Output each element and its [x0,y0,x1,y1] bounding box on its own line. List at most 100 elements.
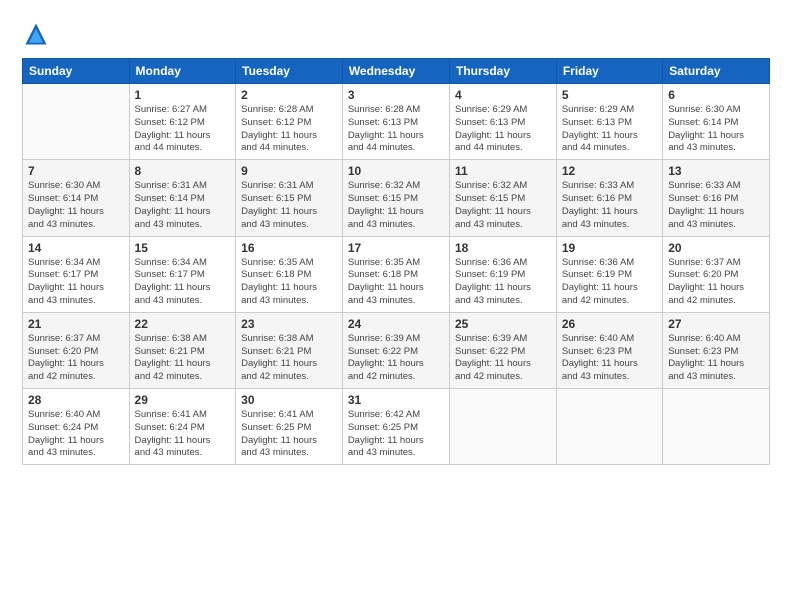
calendar-day: 28 Sunrise: 6:40 AM Sunset: 6:24 PM Dayli… [23,389,130,465]
day-info: Sunrise: 6:31 AM Sunset: 6:15 PM Dayligh… [241,180,337,231]
day-number: 20 [668,241,764,255]
day-info: Sunrise: 6:29 AM Sunset: 6:13 PM Dayligh… [562,104,657,155]
day-info: Sunrise: 6:37 AM Sunset: 6:20 PM Dayligh… [668,257,764,308]
day-number: 19 [562,241,657,255]
col-header-thursday: Thursday [450,59,557,84]
calendar-week-1: 1Sunrise: 6:27 AM Sunset: 6:12 PM Daylig… [23,84,770,160]
calendar-week-4: 21Sunrise: 6:37 AM Sunset: 6:20 PM Dayli… [23,312,770,388]
day-number: 25 [455,317,551,331]
day-info: Sunrise: 6:40 AM Sunset: 6:23 PM Dayligh… [668,333,764,384]
calendar-header-row: SundayMondayTuesdayWednesdayThursdayFrid… [23,59,770,84]
calendar-table: SundayMondayTuesdayWednesdayThursdayFrid… [22,58,770,465]
calendar-day: 21Sunrise: 6:37 AM Sunset: 6:20 PM Dayli… [23,312,130,388]
day-info: Sunrise: 6:34 AM Sunset: 6:17 PM Dayligh… [28,257,124,308]
day-info: Sunrise: 6:28 AM Sunset: 6:12 PM Dayligh… [241,104,337,155]
calendar-day: 30 Sunrise: 6:41 AM Sunset: 6:25 PM Dayli… [236,389,343,465]
calendar-day: 9 Sunrise: 6:31 AM Sunset: 6:15 PM Daylig… [236,160,343,236]
calendar-day: 14 Sunrise: 6:34 AM Sunset: 6:17 PM Dayli… [23,236,130,312]
day-number: 13 [668,164,764,178]
day-info: Sunrise: 6:40 AM Sunset: 6:24 PM Dayligh… [28,409,124,460]
day-info: Sunrise: 6:41 AM Sunset: 6:25 PM Dayligh… [241,409,337,460]
calendar-day: 10 Sunrise: 6:32 AM Sunset: 6:15 PM Dayli… [342,160,449,236]
day-number: 8 [135,164,231,178]
day-number: 26 [562,317,657,331]
day-info: Sunrise: 6:34 AM Sunset: 6:17 PM Dayligh… [135,257,231,308]
day-number: 3 [348,88,444,102]
col-header-tuesday: Tuesday [236,59,343,84]
day-info: Sunrise: 6:30 AM Sunset: 6:14 PM Dayligh… [668,104,764,155]
day-number: 21 [28,317,124,331]
calendar-day: 2 Sunrise: 6:28 AM Sunset: 6:12 PM Daylig… [236,84,343,160]
calendar-day: 16 Sunrise: 6:35 AM Sunset: 6:18 PM Dayli… [236,236,343,312]
calendar-day [23,84,130,160]
day-number: 9 [241,164,337,178]
day-number: 10 [348,164,444,178]
logo-icon [22,20,50,48]
day-info: Sunrise: 6:27 AM Sunset: 6:12 PM Dayligh… [135,104,231,155]
calendar-day: 3Sunrise: 6:28 AM Sunset: 6:13 PM Daylig… [342,84,449,160]
calendar-day: 13 Sunrise: 6:33 AM Sunset: 6:16 PM Dayli… [663,160,770,236]
day-info: Sunrise: 6:41 AM Sunset: 6:24 PM Dayligh… [135,409,231,460]
day-number: 23 [241,317,337,331]
calendar-day: 4Sunrise: 6:29 AM Sunset: 6:13 PM Daylig… [450,84,557,160]
day-info: Sunrise: 6:30 AM Sunset: 6:14 PM Dayligh… [28,180,124,231]
calendar-day: 17Sunrise: 6:35 AM Sunset: 6:18 PM Dayli… [342,236,449,312]
day-number: 2 [241,88,337,102]
calendar-day: 27 Sunrise: 6:40 AM Sunset: 6:23 PM Dayli… [663,312,770,388]
calendar-day: 15Sunrise: 6:34 AM Sunset: 6:17 PM Dayli… [129,236,236,312]
calendar-day: 18Sunrise: 6:36 AM Sunset: 6:19 PM Dayli… [450,236,557,312]
day-info: Sunrise: 6:40 AM Sunset: 6:23 PM Dayligh… [562,333,657,384]
calendar-day: 24 Sunrise: 6:39 AM Sunset: 6:22 PM Dayli… [342,312,449,388]
day-info: Sunrise: 6:35 AM Sunset: 6:18 PM Dayligh… [241,257,337,308]
logo [22,18,54,48]
day-number: 14 [28,241,124,255]
day-info: Sunrise: 6:42 AM Sunset: 6:25 PM Dayligh… [348,409,444,460]
calendar-day: 11 Sunrise: 6:32 AM Sunset: 6:15 PM Dayli… [450,160,557,236]
col-header-wednesday: Wednesday [342,59,449,84]
day-number: 6 [668,88,764,102]
day-number: 11 [455,164,551,178]
day-number: 12 [562,164,657,178]
calendar-day: 5 Sunrise: 6:29 AM Sunset: 6:13 PM Daylig… [556,84,662,160]
calendar-day: 23 Sunrise: 6:38 AM Sunset: 6:21 PM Dayli… [236,312,343,388]
calendar-day: 25 Sunrise: 6:39 AM Sunset: 6:22 PM Dayli… [450,312,557,388]
day-number: 29 [135,393,231,407]
col-header-sunday: Sunday [23,59,130,84]
col-header-friday: Friday [556,59,662,84]
calendar-day: 12 Sunrise: 6:33 AM Sunset: 6:16 PM Dayli… [556,160,662,236]
day-info: Sunrise: 6:33 AM Sunset: 6:16 PM Dayligh… [562,180,657,231]
day-number: 7 [28,164,124,178]
calendar-day: 31 Sunrise: 6:42 AM Sunset: 6:25 PM Dayli… [342,389,449,465]
day-number: 5 [562,88,657,102]
day-info: Sunrise: 6:31 AM Sunset: 6:14 PM Dayligh… [135,180,231,231]
day-info: Sunrise: 6:38 AM Sunset: 6:21 PM Dayligh… [135,333,231,384]
day-info: Sunrise: 6:33 AM Sunset: 6:16 PM Dayligh… [668,180,764,231]
calendar-week-5: 28 Sunrise: 6:40 AM Sunset: 6:24 PM Dayli… [23,389,770,465]
day-number: 30 [241,393,337,407]
calendar-day: 6 Sunrise: 6:30 AM Sunset: 6:14 PM Daylig… [663,84,770,160]
day-number: 16 [241,241,337,255]
calendar-day: 29 Sunrise: 6:41 AM Sunset: 6:24 PM Dayli… [129,389,236,465]
calendar-day: 1Sunrise: 6:27 AM Sunset: 6:12 PM Daylig… [129,84,236,160]
day-number: 22 [135,317,231,331]
day-number: 27 [668,317,764,331]
day-info: Sunrise: 6:32 AM Sunset: 6:15 PM Dayligh… [455,180,551,231]
day-number: 24 [348,317,444,331]
day-number: 28 [28,393,124,407]
calendar-day [663,389,770,465]
calendar-day [450,389,557,465]
day-number: 17 [348,241,444,255]
calendar-day: 26 Sunrise: 6:40 AM Sunset: 6:23 PM Dayli… [556,312,662,388]
calendar-day: 7 Sunrise: 6:30 AM Sunset: 6:14 PM Daylig… [23,160,130,236]
day-info: Sunrise: 6:39 AM Sunset: 6:22 PM Dayligh… [348,333,444,384]
day-info: Sunrise: 6:32 AM Sunset: 6:15 PM Dayligh… [348,180,444,231]
day-info: Sunrise: 6:39 AM Sunset: 6:22 PM Dayligh… [455,333,551,384]
day-info: Sunrise: 6:36 AM Sunset: 6:19 PM Dayligh… [562,257,657,308]
day-number: 31 [348,393,444,407]
page-header [22,18,770,48]
calendar-day: 19 Sunrise: 6:36 AM Sunset: 6:19 PM Dayli… [556,236,662,312]
day-info: Sunrise: 6:38 AM Sunset: 6:21 PM Dayligh… [241,333,337,384]
col-header-saturday: Saturday [663,59,770,84]
calendar-day: 20 Sunrise: 6:37 AM Sunset: 6:20 PM Dayli… [663,236,770,312]
calendar-week-2: 7 Sunrise: 6:30 AM Sunset: 6:14 PM Daylig… [23,160,770,236]
